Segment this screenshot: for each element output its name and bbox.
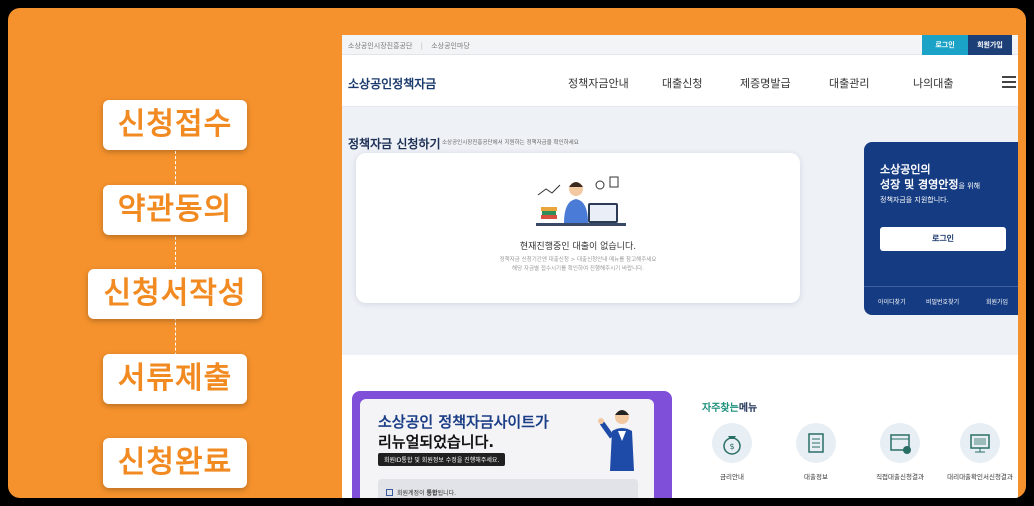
login-panel: 소상공인의 성장 및 경영안정을 위해 정책자금을 지원합니다. 로그인 아이디… — [864, 142, 1018, 315]
menu-loan-application[interactable]: 대출신청 — [662, 75, 702, 91]
menu-policy-fund-info[interactable]: 정책자금안내 — [568, 75, 629, 91]
step-application-writing: 신청서작성 — [88, 269, 262, 319]
person-at-desk-icon — [536, 176, 626, 226]
banner-inner: 소상공인 정책자금사이트가 리뉴얼되었습니다. 회원ID통합 및 회원정보 수정… — [360, 399, 654, 498]
panel-join-link[interactable]: 회원가입 — [986, 297, 1008, 306]
utility-bar: 소상공인시장진흥공단 | 소상공인마당 로그인 회원가입 — [342, 35, 1018, 55]
website-screenshot: 소상공인시장진흥공단 | 소상공인마당 로그인 회원가입 소상공인정책자금 정책… — [342, 35, 1018, 498]
site-logo[interactable]: 소상공인정책자금 — [348, 75, 436, 92]
panel-line-3: 정책자금을 지원합니다. — [880, 196, 949, 204]
monitor-icon — [960, 423, 1000, 463]
menu-my-loan[interactable]: 나의대출 — [913, 75, 953, 91]
current-loan-card: 현재진행중인 대출이 없습니다. 정책자금 신청기간엔 대출신청 > 대출신청안… — [356, 153, 800, 303]
fav-direct-loan-result[interactable]: 직접대출신청결과 — [860, 423, 940, 481]
fav-loan-info[interactable]: 대출정보 — [776, 423, 856, 481]
panel-headline: 소상공인의 성장 및 경영안정을 위해 — [880, 162, 980, 194]
notice-prefix: 회원계정이 — [397, 490, 427, 497]
favorites-title: 자주찾는메뉴 — [702, 399, 757, 414]
panel-line-2-bold: 성장 및 경영안정 — [880, 178, 959, 191]
fav-interest-rate[interactable]: $ 금리안내 — [692, 423, 772, 481]
panel-line-2-rest: 을 위해 — [958, 182, 981, 190]
book-icon — [796, 423, 836, 463]
loan-guide-line-2: 해당 자금별 접수시기를 확인하여 진행해주시기 바랍니다. — [512, 266, 644, 272]
menu-certificate-issue[interactable]: 제증명발급 — [740, 75, 791, 91]
renewal-banner[interactable]: 소상공인 정책자금사이트가 리뉴얼되었습니다. 회원ID통합 및 회원정보 수정… — [352, 391, 672, 498]
video-frame: 신청접수 약관동의 신청서작성 서류제출 신청완료 소상공인시장진흥공단 | 소… — [8, 8, 1026, 498]
top-link-semas[interactable]: 소상공인시장진흥공단 — [348, 42, 412, 50]
banner-notice: 회원계정이 통합됩니다. — [378, 479, 638, 498]
step-document-submission: 서류제출 — [103, 354, 247, 404]
step-application-received: 신청접수 — [103, 100, 247, 150]
hamburger-menu-icon[interactable] — [1002, 76, 1016, 91]
fav-agency-loan-result[interactable]: 대리대출확인서신청결과 — [940, 423, 1018, 481]
process-steps: 신청접수 약관동의 신청서작성 서류제출 신청완료 — [8, 8, 348, 498]
banner-line-1: 소상공인 정책자금사이트가 — [378, 413, 549, 431]
panel-line-1: 소상공인의 — [880, 163, 931, 176]
pointing-man-icon — [598, 410, 634, 471]
banner-line-2: 리뉴얼되었습니다. — [378, 433, 495, 451]
loan-guide-line-1: 정책자금 신청기간엔 대출신청 > 대출신청안내 메뉴를 참고해주세요 — [499, 257, 657, 263]
calendar-icon — [880, 423, 920, 463]
apply-section-title: 정책자금 신청하기 — [348, 137, 441, 151]
top-login-button[interactable]: 로그인 — [922, 35, 968, 55]
step-application-complete: 신청완료 — [103, 438, 247, 488]
apply-section-subtitle: 소상공인시장진흥공단에서 지원하는 정책자금을 확인하세요 — [442, 140, 579, 146]
find-password-link[interactable]: 비밀번호찾기 — [926, 297, 959, 306]
fav-label: 대출정보 — [804, 473, 828, 481]
checkbox-icon — [386, 489, 393, 496]
fav-label: 금리안내 — [720, 473, 744, 481]
top-link-madang[interactable]: 소상공인마당 — [431, 42, 470, 50]
fav-label: 직접대출신청결과 — [876, 473, 924, 481]
favorites-title-rest: 메뉴 — [738, 403, 758, 414]
find-id-link[interactable]: 아이디찾기 — [878, 297, 906, 306]
panel-links: 아이디찾기 비밀번호찾기 회원가입 — [864, 286, 1018, 315]
money-bag-icon: $ — [712, 423, 752, 463]
main-nav: 소상공인정책자금 정책자금안내 대출신청 제증명발급 대출관리 나의대출 — [342, 55, 1018, 107]
favorites-title-accent: 자주찾는 — [702, 403, 739, 414]
top-join-button[interactable]: 회원가입 — [968, 35, 1012, 55]
step-terms-agreement: 약관동의 — [103, 185, 247, 235]
fav-label: 대리대출확인서신청결과 — [947, 473, 1013, 481]
no-loan-message: 현재진행중인 대출이 없습니다. — [519, 242, 637, 252]
panel-login-button[interactable]: 로그인 — [880, 227, 1006, 251]
notice-bold: 통합 — [426, 490, 438, 497]
banner-pill: 회원ID통합 및 회원정보 수정을 진행해주세요. — [378, 453, 506, 466]
menu-loan-management[interactable]: 대출관리 — [829, 75, 869, 91]
notice-suffix: 됩니다. — [437, 490, 457, 497]
svg-text:$: $ — [729, 442, 734, 451]
